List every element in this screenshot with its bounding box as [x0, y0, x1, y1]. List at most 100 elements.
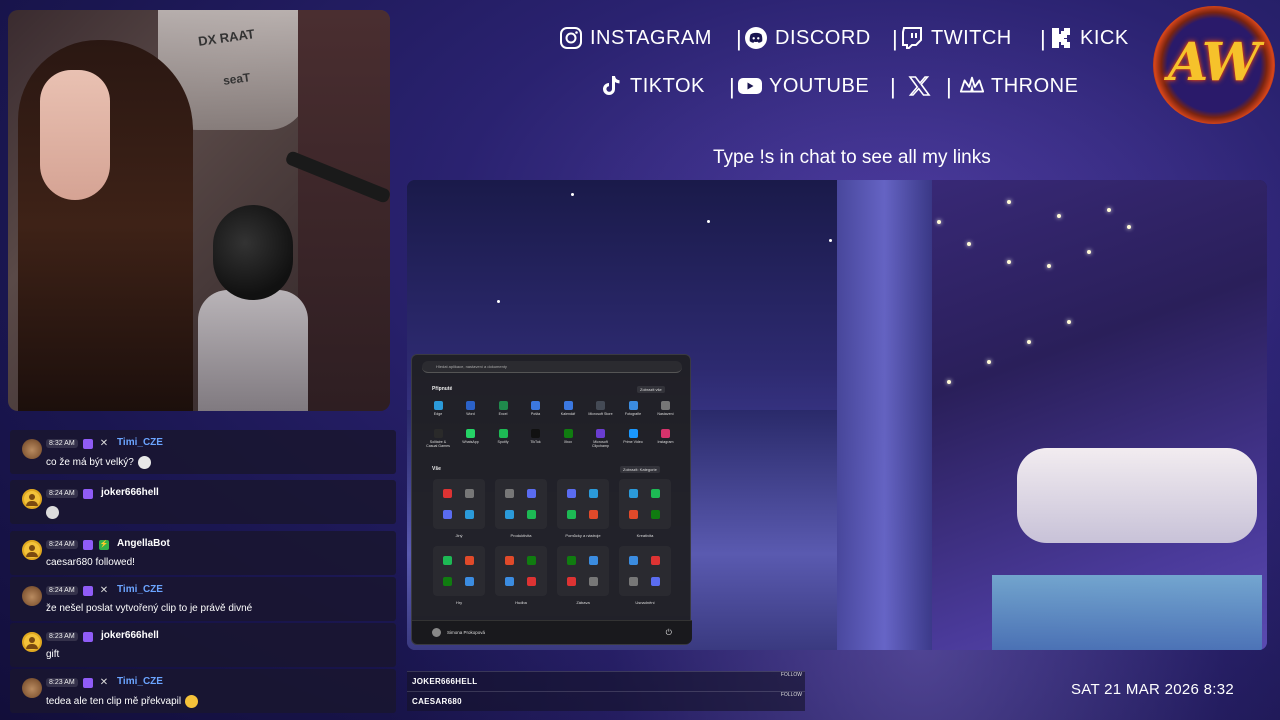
- app-icon: [596, 429, 605, 438]
- category-app-icon: [629, 510, 638, 519]
- follower-name: JOKER666HELL: [412, 677, 478, 686]
- app-label: Xbox: [563, 440, 573, 444]
- app-label: WhatsApp: [462, 440, 479, 444]
- streamer-face: [40, 70, 110, 200]
- user-avatar[interactable]: [432, 628, 441, 637]
- social-label: YOUTUBE: [769, 74, 870, 97]
- social-instagram[interactable]: INSTAGRAM: [558, 25, 712, 51]
- pinned-app[interactable]: WhatsApp: [457, 429, 485, 444]
- category-folder[interactable]: [433, 479, 485, 529]
- category-folder[interactable]: [557, 479, 609, 529]
- app-icon: [563, 429, 573, 438]
- see-all-button[interactable]: Zobrazit vše: [637, 386, 665, 393]
- throne-crown-icon: [959, 73, 985, 99]
- category-folder[interactable]: [433, 546, 485, 596]
- face-emote-icon: [46, 506, 59, 519]
- shirt: [198, 290, 308, 411]
- start-menu[interactable]: Hledat aplikace, nastavení a dokumenty P…: [411, 354, 692, 645]
- show-categories-button[interactable]: Zobrazit: Kategorie: [620, 466, 660, 473]
- string-light: [1047, 264, 1051, 268]
- app-icon: [531, 401, 540, 410]
- pinned-app[interactable]: Fotografie: [619, 401, 647, 416]
- chat-text-content: tedea ale ten clip mě překvapil: [46, 696, 182, 708]
- social-youtube[interactable]: YOUTUBE: [737, 73, 869, 99]
- string-light: [987, 360, 991, 364]
- chat-text-content: že nešel poslat vytvořený clip to je prá…: [46, 603, 253, 614]
- category-app-icon: [567, 556, 576, 565]
- category-app-icon: [567, 577, 576, 586]
- category-app-icon: [443, 510, 452, 519]
- star: [829, 239, 832, 242]
- pinned-app[interactable]: Excel: [489, 401, 517, 416]
- pinned-app[interactable]: Instagram: [652, 429, 680, 444]
- chat-username[interactable]: joker666hell: [101, 487, 159, 498]
- pinned-app[interactable]: Word: [457, 401, 485, 416]
- app-icon: [433, 401, 443, 410]
- app-icon: [531, 429, 540, 438]
- pinned-app[interactable]: Solitaire & Casual Games: [424, 429, 452, 448]
- app-label: Word: [466, 412, 475, 416]
- pinned-app[interactable]: TikTok: [522, 429, 550, 444]
- user-avatar[interactable]: [22, 632, 42, 652]
- webcam-feed: DX RAAT seaT: [8, 10, 390, 411]
- user-avatar[interactable]: [22, 439, 42, 459]
- pinned-app[interactable]: Microsoft Clipchamp: [587, 429, 615, 448]
- pinned-app[interactable]: Xbox: [554, 429, 582, 444]
- follower-name: CAESAR680: [412, 697, 462, 706]
- user-avatar[interactable]: [22, 540, 42, 560]
- pinned-app[interactable]: Spotify: [489, 429, 517, 444]
- chat-message: 8:23 AM joker666hell gift: [10, 623, 396, 667]
- string-light: [1107, 208, 1111, 212]
- chat-username[interactable]: Timi_CZE: [117, 437, 163, 448]
- category-folder[interactable]: [495, 546, 547, 596]
- user-name[interactable]: Simona Prokopová: [447, 630, 485, 635]
- game-pillar: [837, 180, 932, 650]
- youtube-icon: [737, 73, 763, 99]
- category-label: Usnadnění: [635, 600, 655, 605]
- social-x[interactable]: [906, 73, 938, 99]
- category-folder[interactable]: [619, 546, 671, 596]
- category-app-icon: [589, 489, 598, 498]
- pinned-app[interactable]: Prime Video: [619, 429, 647, 444]
- pinned-app[interactable]: Nastavení: [652, 401, 680, 416]
- category-app-icon: [651, 489, 660, 498]
- app-icon: [661, 429, 670, 438]
- pinned-app[interactable]: Pošta: [522, 401, 550, 416]
- user-avatar[interactable]: [22, 586, 42, 606]
- social-throne[interactable]: THRONE: [959, 73, 1078, 99]
- chat-username[interactable]: Timi_CZE: [117, 676, 163, 687]
- pinned-app[interactable]: Kalendář: [554, 401, 582, 416]
- category-folder[interactable]: [557, 546, 609, 596]
- x-icon: [906, 73, 932, 99]
- chat-username[interactable]: joker666hell: [101, 630, 159, 641]
- chat-message: 8:24 AM ✕ Timi_CZE že nešel poslat vytvořen…: [10, 577, 396, 621]
- user-avatar[interactable]: [22, 489, 42, 509]
- start-search-input[interactable]: Hledat aplikace, nastavení a dokumenty: [422, 361, 682, 373]
- game-bed: [1017, 448, 1257, 543]
- twitch-badge-icon: [83, 540, 93, 550]
- social-discord[interactable]: DISCORD: [743, 25, 871, 51]
- category-folder[interactable]: [619, 479, 671, 529]
- social-label: TIKTOK: [630, 74, 705, 97]
- power-icon[interactable]: ⏻: [666, 628, 672, 638]
- category-label: Jiný: [455, 533, 463, 538]
- microphone: [213, 205, 293, 300]
- category-app-icon: [629, 489, 638, 498]
- social-kick[interactable]: KICK: [1048, 25, 1129, 51]
- category-folder[interactable]: [495, 479, 547, 529]
- chat-text: [46, 506, 59, 519]
- pinned-app[interactable]: Edge: [424, 401, 452, 416]
- chat-text-content: gift: [46, 649, 60, 660]
- x-badge-icon: ✕: [99, 438, 109, 449]
- social-twitch[interactable]: TWITCH: [899, 25, 1012, 51]
- chat-username[interactable]: AngellaBot: [117, 538, 170, 549]
- category-app-icon: [527, 510, 536, 519]
- follow-tag: FOLLOW: [780, 692, 802, 698]
- pinned-app[interactable]: Microsoft Store: [587, 401, 615, 416]
- thinking-emoji-icon: [185, 695, 199, 708]
- social-tiktok[interactable]: TIKTOK: [598, 73, 705, 99]
- chat-username[interactable]: Timi_CZE: [117, 584, 163, 595]
- category-app-icon: [567, 510, 576, 519]
- social-label: KICK: [1080, 26, 1129, 49]
- user-avatar[interactable]: [22, 678, 42, 698]
